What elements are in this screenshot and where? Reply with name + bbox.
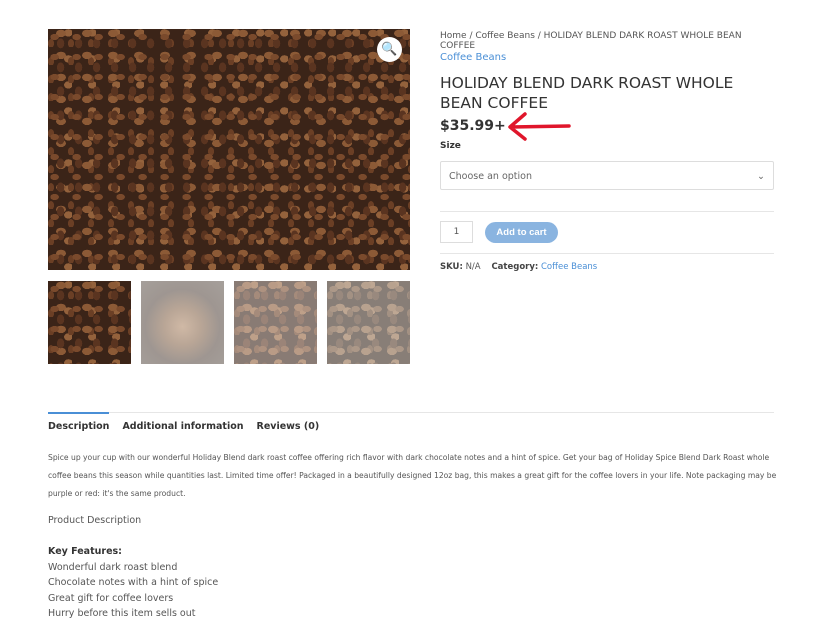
description-heading: Product Description xyxy=(48,515,142,526)
size-select-value: Choose an option xyxy=(449,171,532,182)
thumbnail-1[interactable] xyxy=(48,281,131,364)
red-arrow-annotation xyxy=(508,112,571,141)
chevron-down-icon: ⌄ xyxy=(757,171,765,182)
breadcrumb[interactable]: Home / Coffee Beans / HOLIDAY BLEND DARK… xyxy=(440,31,774,51)
divider xyxy=(440,253,774,254)
tab-description[interactable]: Description xyxy=(48,412,110,432)
tab-reviews[interactable]: Reviews (0) xyxy=(257,413,320,432)
feature-item: Chocolate notes with a hint of spice xyxy=(48,577,219,588)
product-tabs: Description Additional information Revie… xyxy=(48,412,774,432)
product-title: HOLIDAY BLEND DARK ROAST WHOLE BEAN COFF… xyxy=(440,74,734,112)
features-title: Key Features: xyxy=(48,546,122,557)
size-label: Size xyxy=(440,141,461,151)
category-meta-link[interactable]: Coffee Beans xyxy=(541,262,597,272)
feature-item: Hurry before this item sells out xyxy=(48,608,196,619)
size-select[interactable]: Choose an option ⌄ xyxy=(440,161,774,190)
category-link[interactable]: Coffee Beans xyxy=(440,52,774,63)
sku-label: SKU: xyxy=(440,262,463,272)
product-meta: SKU: N/A Category: Coffee Beans xyxy=(440,262,774,272)
feature-item: Great gift for coffee lovers xyxy=(48,593,174,604)
tab-additional-information[interactable]: Additional information xyxy=(122,413,243,432)
thumbnail-2[interactable] xyxy=(141,281,224,364)
feature-item: Wonderful dark roast blend xyxy=(48,562,178,573)
thumbnail-3[interactable] xyxy=(234,281,317,364)
magnifier-icon[interactable]: 🔍 xyxy=(377,37,402,62)
category-label: Category: xyxy=(491,262,539,272)
quantity-input[interactable]: 1 xyxy=(440,221,473,243)
sku-value: N/A xyxy=(465,262,481,272)
product-price: $35.99+ xyxy=(440,118,506,134)
product-main-image[interactable] xyxy=(48,29,410,270)
add-to-cart-button[interactable]: Add to cart xyxy=(485,222,558,243)
divider xyxy=(440,211,774,212)
description-text: Spice up your cup with our wonderful Hol… xyxy=(48,453,777,498)
thumbnail-4[interactable] xyxy=(327,281,410,364)
